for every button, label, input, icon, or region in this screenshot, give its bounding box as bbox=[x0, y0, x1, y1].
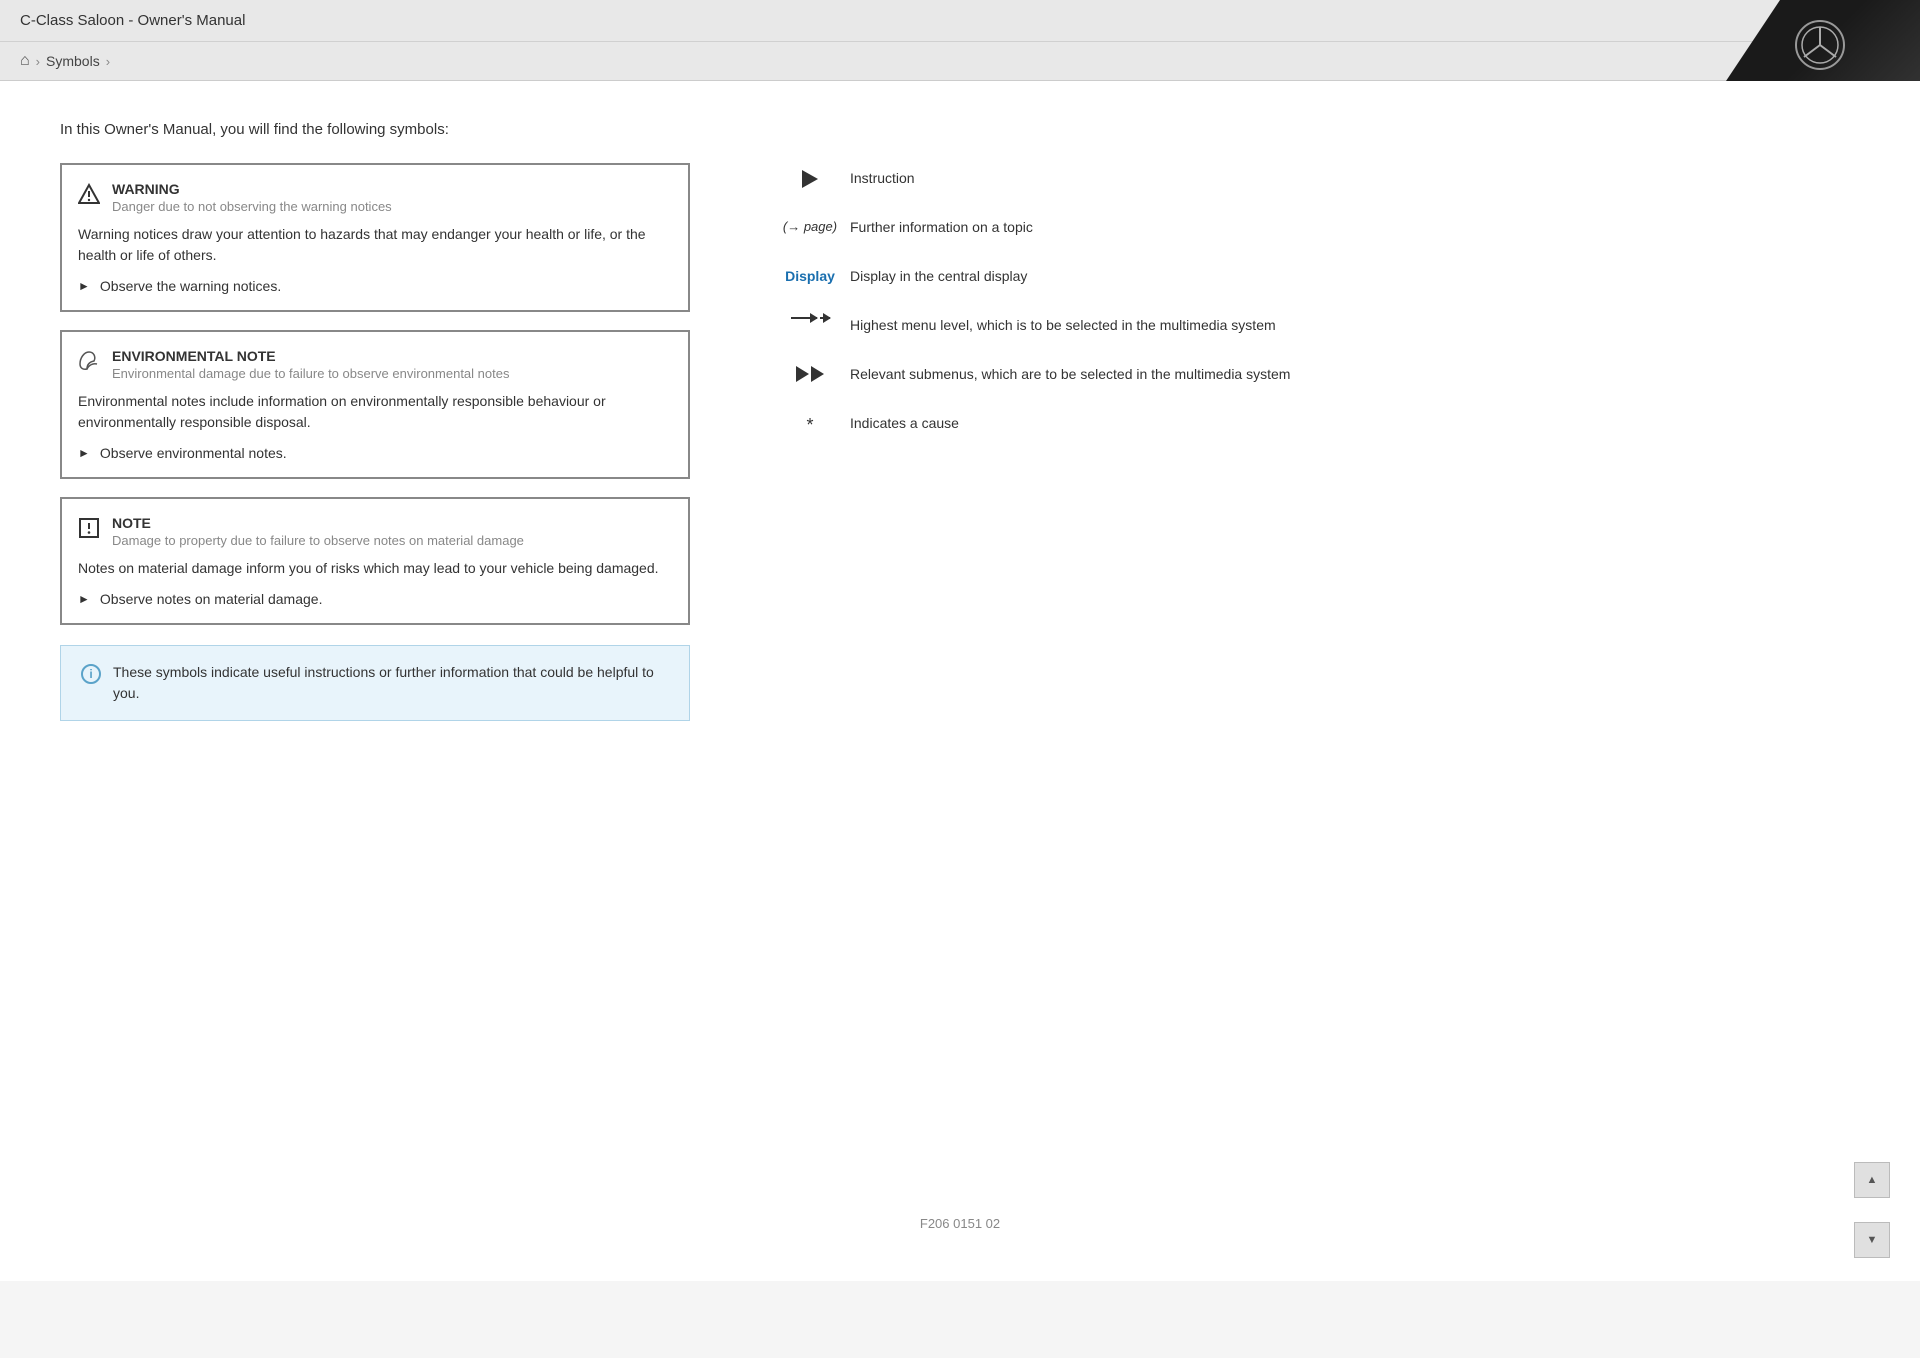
scroll-up-button[interactable]: ▲ bbox=[1854, 1162, 1890, 1198]
footer-text: F206 0151 02 bbox=[920, 1216, 1000, 1231]
note-body: Notes on material damage inform you of r… bbox=[78, 558, 668, 579]
symbol-arrow-menu-cell bbox=[770, 315, 850, 319]
symbol-row-asterisk: * Indicates a cause bbox=[770, 413, 1860, 436]
environmental-arrow-icon: ► bbox=[78, 446, 90, 460]
environmental-instruction-text: Observe environmental notes. bbox=[100, 445, 287, 461]
symbol-menu-level-desc: Highest menu level, which is to be selec… bbox=[850, 315, 1860, 336]
warning-subtitle: Danger due to not observing the warning … bbox=[112, 199, 392, 214]
warning-title-block: WARNING Danger due to not observing the … bbox=[112, 181, 392, 214]
environmental-box: ENVIRONMENTAL NOTE Environmental damage … bbox=[60, 330, 690, 479]
warning-instruction-text: Observe the warning notices. bbox=[100, 278, 281, 294]
note-icon bbox=[78, 517, 100, 542]
right-column: Instruction (→ page) Further information… bbox=[770, 163, 1860, 464]
asterisk-icon: * bbox=[806, 415, 813, 436]
home-icon[interactable]: ⌂ bbox=[20, 52, 30, 70]
breadcrumb-sep-1: › bbox=[36, 54, 40, 69]
header: C-Class Saloon - Owner's Manual ⌂ › Symb… bbox=[0, 0, 1920, 81]
symbol-submenus-desc: Relevant submenus, which are to be selec… bbox=[850, 364, 1860, 385]
symbol-play-icon-cell bbox=[770, 168, 850, 188]
note-instruction-text: Observe notes on material damage. bbox=[100, 591, 323, 607]
warning-instruction: ► Observe the warning notices. bbox=[78, 278, 668, 294]
symbol-row-menu-level: Highest menu level, which is to be selec… bbox=[770, 315, 1860, 336]
intro-text: In this Owner's Manual, you will find th… bbox=[60, 121, 1860, 138]
note-arrow-icon: ► bbox=[78, 592, 90, 606]
left-column: WARNING Danger due to not observing the … bbox=[60, 163, 690, 721]
scroll-down-button[interactable]: ▼ bbox=[1854, 1222, 1890, 1258]
symbol-row-instruction: Instruction bbox=[770, 168, 1860, 189]
environmental-title: ENVIRONMENTAL NOTE bbox=[112, 348, 509, 364]
environmental-title-block: ENVIRONMENTAL NOTE Environmental damage … bbox=[112, 348, 509, 381]
symbol-display-cell: Display bbox=[770, 266, 850, 284]
main-content: In this Owner's Manual, you will find th… bbox=[0, 81, 1920, 1281]
symbol-page-ref-cell: (→ page) bbox=[770, 217, 850, 234]
play-icon bbox=[802, 170, 818, 188]
scroll-down-icon: ▼ bbox=[1867, 1234, 1878, 1246]
breadcrumb-sep-2: › bbox=[106, 54, 110, 69]
header-top: C-Class Saloon - Owner's Manual bbox=[0, 0, 1920, 41]
page-footer: F206 0151 02 bbox=[890, 1186, 1030, 1261]
symbol-row-display: Display Display in the central display bbox=[770, 266, 1860, 287]
note-instruction: ► Observe notes on material damage. bbox=[78, 591, 668, 607]
environmental-subtitle: Environmental damage due to failure to o… bbox=[112, 366, 509, 381]
note-subtitle: Damage to property due to failure to obs… bbox=[112, 533, 524, 548]
breadcrumb: ⌂ › Symbols › bbox=[0, 41, 1920, 80]
note-title-block: NOTE Damage to property due to failure t… bbox=[112, 515, 524, 548]
environmental-body: Environmental notes include information … bbox=[78, 391, 668, 433]
warning-header: WARNING Danger due to not observing the … bbox=[78, 181, 668, 214]
mercedes-logo bbox=[1795, 20, 1845, 70]
logo-area bbox=[1720, 0, 1920, 90]
display-icon: Display bbox=[785, 268, 835, 284]
info-text: These symbols indicate useful instructio… bbox=[113, 662, 669, 704]
scroll-up-icon: ▲ bbox=[1867, 1174, 1878, 1186]
note-title: NOTE bbox=[112, 515, 524, 531]
symbol-instruction-desc: Instruction bbox=[850, 168, 1860, 189]
document-title: C-Class Saloon - Owner's Manual bbox=[20, 12, 245, 29]
symbol-display-desc: Display in the central display bbox=[850, 266, 1860, 287]
symbol-asterisk-desc: Indicates a cause bbox=[850, 413, 1860, 434]
symbol-further-info-desc: Further information on a topic bbox=[850, 217, 1860, 238]
environmental-instruction: ► Observe environmental notes. bbox=[78, 445, 668, 461]
two-column-layout: WARNING Danger due to not observing the … bbox=[60, 163, 1860, 721]
info-box: i These symbols indicate useful instruct… bbox=[60, 645, 690, 721]
environmental-header: ENVIRONMENTAL NOTE Environmental damage … bbox=[78, 348, 668, 381]
warning-box: WARNING Danger due to not observing the … bbox=[60, 163, 690, 312]
arrow-head-1 bbox=[796, 366, 809, 382]
warning-arrow-icon: ► bbox=[78, 279, 90, 293]
note-box: NOTE Damage to property due to failure t… bbox=[60, 497, 690, 625]
page-ref-icon: (→ page) bbox=[783, 219, 837, 234]
symbol-row-further-info: (→ page) Further information on a topic bbox=[770, 217, 1860, 238]
symbol-double-arrow-cell bbox=[770, 364, 850, 382]
warning-title: WARNING bbox=[112, 181, 392, 197]
breadcrumb-symbols[interactable]: Symbols bbox=[46, 53, 100, 69]
double-arrow-icon bbox=[796, 366, 824, 382]
warning-icon bbox=[78, 183, 100, 208]
arrow-head-2 bbox=[811, 366, 824, 382]
mercedes-star-svg bbox=[1800, 25, 1840, 65]
symbol-row-submenus: Relevant submenus, which are to be selec… bbox=[770, 364, 1860, 385]
environmental-icon bbox=[78, 350, 100, 375]
warning-body: Warning notices draw your attention to h… bbox=[78, 224, 668, 266]
menu-arrow-icon bbox=[791, 317, 830, 319]
info-icon: i bbox=[81, 664, 101, 684]
symbol-asterisk-cell: * bbox=[770, 413, 850, 436]
note-header: NOTE Damage to property due to failure t… bbox=[78, 515, 668, 548]
